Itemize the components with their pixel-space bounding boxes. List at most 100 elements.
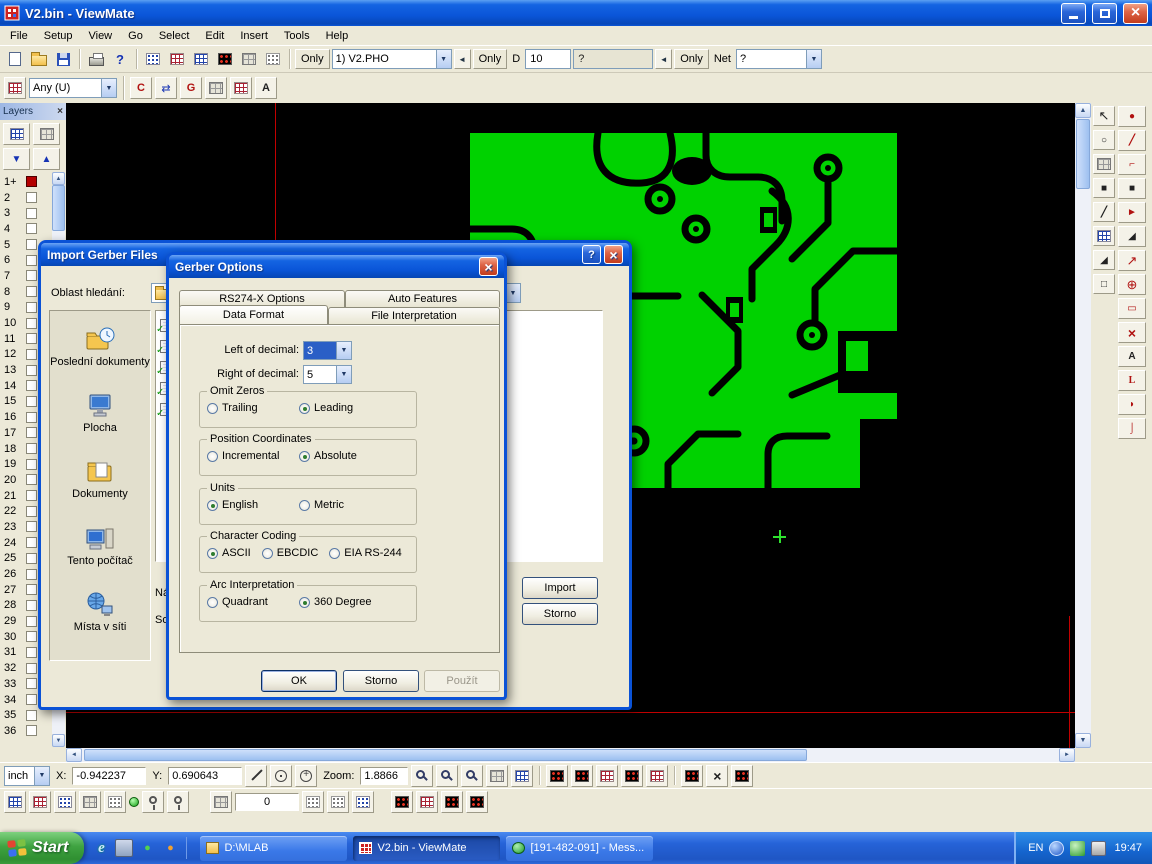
zoom-window-button[interactable] — [436, 765, 458, 787]
layer-color-swatch[interactable] — [26, 459, 37, 470]
previous-layer-button[interactable] — [454, 49, 471, 69]
dither-button[interactable] — [352, 791, 374, 813]
text-tool-button[interactable] — [255, 77, 277, 99]
aperture-pattern-button[interactable] — [621, 765, 643, 787]
scroll-left-icon[interactable]: ◄ — [66, 748, 82, 762]
radio-ascii[interactable]: ASCII — [207, 547, 251, 559]
dcode-input[interactable]: 10 — [525, 49, 571, 69]
tab-file-interpretation[interactable]: File Interpretation — [328, 307, 500, 324]
layer-color-swatch[interactable] — [26, 443, 37, 454]
set-origin-button[interactable] — [295, 765, 317, 787]
measure-tool-button[interactable] — [245, 765, 267, 787]
dither-view-button[interactable] — [262, 48, 284, 70]
clear-selection-button[interactable] — [706, 765, 728, 787]
layer-color-swatch[interactable] — [26, 600, 37, 611]
layer-color-swatch[interactable] — [26, 412, 37, 423]
select-cursor-tool-button[interactable] — [1093, 106, 1115, 126]
chevron-down-icon[interactable] — [436, 50, 451, 68]
apply-button[interactable]: Použít — [424, 670, 500, 692]
layer-select-combo[interactable]: 1) V2.PHO — [332, 49, 452, 69]
place-recent-documents[interactable]: Poslední dokumenty — [50, 327, 150, 369]
layer-color-swatch[interactable] — [26, 349, 37, 360]
layer-color-swatch[interactable] — [26, 506, 37, 517]
scrollbar-track[interactable] — [1075, 118, 1091, 733]
negative-view-button[interactable] — [214, 48, 236, 70]
scrollbar-track[interactable] — [82, 748, 1059, 762]
text-tool-button[interactable] — [1118, 346, 1146, 367]
scroll-up-icon[interactable]: ▲ — [1075, 103, 1091, 118]
scrollbar-thumb[interactable] — [52, 185, 65, 231]
y-coordinate-field[interactable]: 0.690643 — [168, 767, 242, 785]
radio-incremental[interactable]: Incremental — [207, 450, 299, 462]
layer-color-swatch[interactable] — [26, 537, 37, 548]
taskbar-task-message[interactable]: [191-482-091] - Mess... — [506, 836, 653, 861]
line-tool-button[interactable] — [1093, 202, 1115, 222]
layer-color-swatch[interactable] — [26, 286, 37, 297]
pattern-button[interactable] — [29, 791, 51, 813]
context-help-button[interactable] — [109, 48, 131, 70]
browser-icon[interactable] — [161, 839, 179, 857]
hook-tool-button[interactable] — [1118, 418, 1146, 439]
pattern-button[interactable] — [79, 791, 101, 813]
close-button[interactable] — [479, 257, 498, 276]
outline-square-tool-button[interactable] — [1093, 274, 1115, 294]
tray-green-icon[interactable] — [1070, 841, 1085, 856]
layer-color-swatch[interactable] — [26, 616, 37, 627]
quick-launch-green-icon[interactable] — [138, 839, 156, 857]
radio-eia-rs244[interactable]: EIA RS-244 — [329, 547, 401, 559]
grid-settings-button[interactable] — [486, 765, 508, 787]
layer-color-swatch[interactable] — [26, 553, 37, 564]
import-button[interactable]: Import — [522, 577, 598, 599]
layer-color-swatch[interactable] — [26, 270, 37, 281]
layer-color-swatch[interactable] — [26, 302, 37, 313]
layer-color-swatch[interactable] — [26, 318, 37, 329]
layer-color-swatch[interactable] — [26, 521, 37, 532]
arrow-tool-button[interactable] — [1118, 202, 1146, 223]
rectangle-tool-button[interactable] — [1118, 298, 1146, 319]
aperture-pattern-button[interactable] — [546, 765, 568, 787]
probe-button[interactable] — [167, 791, 189, 813]
radio-trailing[interactable]: Trailing — [207, 402, 299, 414]
layer-color-swatch[interactable] — [26, 208, 37, 219]
delete-tool-button[interactable] — [1118, 322, 1146, 343]
layers-table-button[interactable] — [33, 123, 60, 145]
menu-item[interactable]: Edit — [197, 28, 232, 44]
menu-item[interactable]: View — [80, 28, 120, 44]
radio-absolute[interactable]: Absolute — [299, 450, 391, 462]
radio-english[interactable]: English — [207, 499, 299, 511]
menu-item[interactable]: Setup — [36, 28, 81, 44]
scroll-right-icon[interactable]: ► — [1059, 748, 1075, 762]
scrollbar-thumb[interactable] — [84, 749, 807, 761]
new-file-button[interactable] — [4, 48, 26, 70]
circle-tool-button[interactable] — [1093, 130, 1115, 150]
aperture-pattern-button[interactable] — [391, 791, 413, 813]
horizontal-scrollbar[interactable]: ◄ ► — [66, 748, 1075, 762]
aperture-pattern-button[interactable] — [646, 765, 668, 787]
layer-color-swatch[interactable] — [26, 490, 37, 501]
aperture-pattern-button[interactable] — [571, 765, 593, 787]
layer-move-up-button[interactable] — [33, 148, 60, 170]
minimize-button[interactable] — [1061, 3, 1086, 24]
radio-ebcdic[interactable]: EBCDIC — [262, 547, 319, 559]
x-coordinate-field[interactable]: -0.942237 — [72, 767, 146, 785]
layer-color-swatch[interactable] — [26, 678, 37, 689]
dcode-filter-input[interactable]: ? — [573, 49, 653, 69]
close-button[interactable] — [1123, 3, 1148, 24]
place-network[interactable]: Místa v síti — [50, 592, 150, 634]
only-layer-toggle[interactable]: Only — [295, 49, 330, 69]
scroll-down-icon[interactable]: ▼ — [52, 734, 65, 747]
layer-color-swatch[interactable] — [26, 380, 37, 391]
layer-color-swatch[interactable] — [26, 474, 37, 485]
layer-color-swatch[interactable] — [26, 725, 37, 736]
dither-button[interactable] — [302, 791, 324, 813]
aperture-pattern-button[interactable] — [681, 765, 703, 787]
zoom-all-button[interactable] — [461, 765, 483, 787]
layer-color-swatch[interactable] — [26, 631, 37, 642]
tray-blue-icon[interactable] — [1049, 841, 1064, 856]
radio-leading[interactable]: Leading — [299, 402, 391, 414]
highlight-dcodes-button[interactable] — [142, 48, 164, 70]
layer-color-swatch[interactable] — [26, 255, 37, 266]
menu-item[interactable]: Insert — [232, 28, 276, 44]
radio-metric[interactable]: Metric — [299, 499, 391, 511]
only-net-toggle[interactable]: Only — [674, 49, 709, 69]
